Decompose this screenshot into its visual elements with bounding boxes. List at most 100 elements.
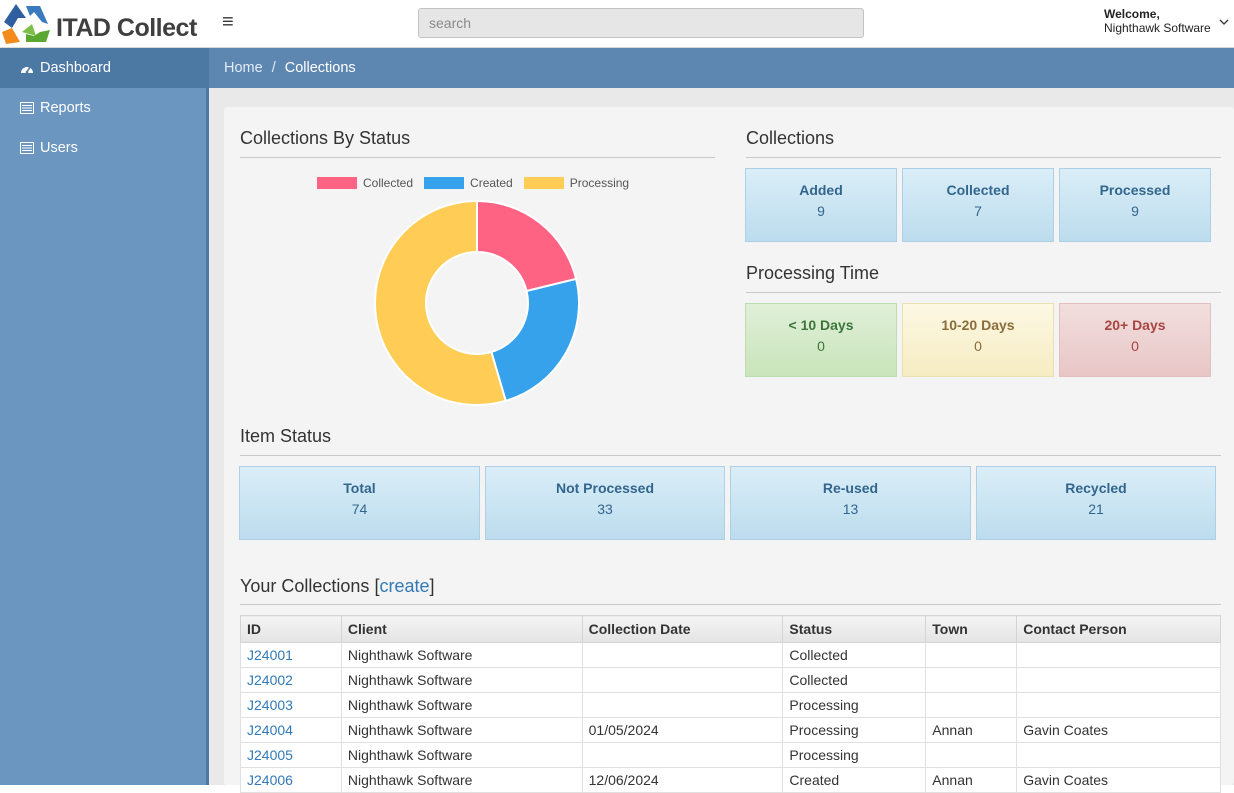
table-row: J24003 Nighthawk Software Processing [240,692,1221,718]
table-header-row: ID Client Collection Date Status Town Co… [240,615,1221,643]
cell-status: Processing [782,742,927,768]
collection-id-link[interactable]: J24006 [247,772,293,788]
menu-toggle-icon[interactable]: ≡ [222,10,234,34]
item-status-title: Item Status [240,426,332,446]
sidebar-item-label: Reports [40,100,91,116]
cell-contact [1016,667,1221,693]
cell-client: Nighthawk Software [340,767,583,793]
collection-id-link[interactable]: J24004 [247,722,293,738]
top-bar: ITAD Collect ≡ Welcome, Nighthawk Softwa… [0,0,1234,48]
donut-slice-collected[interactable] [476,199,578,293]
collections-title: Collections [746,128,835,148]
item-not-processed-box[interactable]: Not Processed 33 [485,466,725,540]
list-icon [20,142,34,154]
column-header-town[interactable]: Town [925,615,1018,643]
cell-status: Processing [782,692,927,718]
collection-id-link[interactable]: J24002 [247,672,293,688]
stat-value: 33 [597,501,613,517]
cell-town [925,642,1018,668]
cell-status: Processing [782,717,927,743]
cell-date [581,642,784,668]
divider [240,455,1221,456]
legend-item-processing[interactable]: Processing [523,176,629,190]
cell-date: 01/05/2024 [581,717,784,743]
sidebar-item-label: Dashboard [40,60,111,76]
cell-town: Annan [925,717,1018,743]
sidebar-item-reports[interactable]: Reports [0,88,206,128]
breadcrumb-current: Collections [284,60,356,76]
create-collection-link[interactable]: create [379,576,429,596]
collection-id-link[interactable]: J24003 [247,697,293,713]
item-reused-box[interactable]: Re-used 13 [730,466,971,540]
legend-item-collected[interactable]: Collected [317,176,413,190]
stat-value: 9 [817,203,825,219]
chart-legend: Collected Created Processing [317,176,640,190]
table-row: J24002 Nighthawk Software Collected [240,667,1221,693]
legend-swatch [424,177,465,189]
sidebar-item-label: Users [40,140,78,156]
processing-time-title: Processing Time [746,263,880,283]
cell-client: Nighthawk Software [340,742,583,768]
stat-value: 7 [974,203,982,219]
processing-10-20-days-box[interactable]: 10-20 Days 0 [902,303,1054,377]
legend-label: Created [470,176,513,190]
stat-label: Added [799,182,843,198]
donut-slice-created[interactable] [490,277,580,403]
divider [240,157,715,158]
stat-label: < 10 Days [788,317,854,333]
cell-id: J24002 [240,667,342,693]
table-row: J24006 Nighthawk Software 12/06/2024 Cre… [240,767,1221,793]
stat-label: Collected [946,182,1010,198]
user-name: Nighthawk Software [1104,21,1211,35]
breadcrumb-home-link[interactable]: Home [224,60,263,76]
cell-contact [1016,742,1221,768]
collections-added-box[interactable]: Added 9 [745,168,897,242]
cell-id: J24005 [240,742,342,768]
cell-date [581,692,784,718]
cell-id: J24001 [240,642,342,668]
cell-contact: Gavin Coates [1016,717,1221,743]
cell-id: J24004 [240,717,342,743]
cell-client: Nighthawk Software [340,692,583,718]
cell-date [581,667,784,693]
processing-under-10-days-box[interactable]: < 10 Days 0 [745,303,897,377]
collections-processed-box[interactable]: Processed 9 [1059,168,1211,242]
column-header-collection-date[interactable]: Collection Date [581,615,784,643]
processing-over-20-days-box[interactable]: 20+ Days 0 [1059,303,1211,377]
bracket-close: ] [429,576,435,596]
sidebar-item-dashboard[interactable]: Dashboard [0,48,206,88]
stat-label: Re-used [822,480,879,496]
chevron-down-icon[interactable] [1219,17,1229,27]
app-name: ITAD Collect [56,14,197,42]
legend-label: Collected [363,176,414,190]
cell-client: Nighthawk Software [340,667,583,693]
cell-town [925,742,1018,768]
cell-id: J24006 [240,767,342,793]
column-header-status[interactable]: Status [782,615,927,643]
stat-label: 20+ Days [1104,317,1166,333]
collections-collected-box[interactable]: Collected 7 [902,168,1054,242]
legend-item-created[interactable]: Created [424,176,513,190]
sidebar-item-users[interactable]: Users [0,128,206,168]
sidebar: Dashboard Reports Users [0,48,209,785]
stat-label: Not Processed [555,480,655,496]
column-header-contact-person[interactable]: Contact Person [1016,615,1221,643]
stat-value: 21 [1088,501,1104,517]
cell-contact: Gavin Coates [1016,767,1221,793]
recycle-logo-icon [2,4,50,44]
collection-id-link[interactable]: J24005 [247,747,293,763]
app-logo[interactable]: ITAD Collect [0,2,200,46]
item-total-box[interactable]: Total 74 [239,466,480,540]
search-input[interactable] [418,8,864,38]
divider [746,157,1221,158]
list-icon [20,102,34,114]
item-recycled-box[interactable]: Recycled 21 [976,466,1216,540]
user-menu[interactable]: Welcome, Nighthawk Software [1104,7,1211,35]
column-header-id[interactable]: ID [240,615,342,643]
stat-value: 74 [351,501,368,517]
breadcrumb-separator: / [271,60,276,76]
collection-id-link[interactable]: J24001 [247,647,293,663]
cell-id: J24003 [240,692,342,718]
column-header-client[interactable]: Client [340,615,583,643]
cell-town [925,667,1018,693]
